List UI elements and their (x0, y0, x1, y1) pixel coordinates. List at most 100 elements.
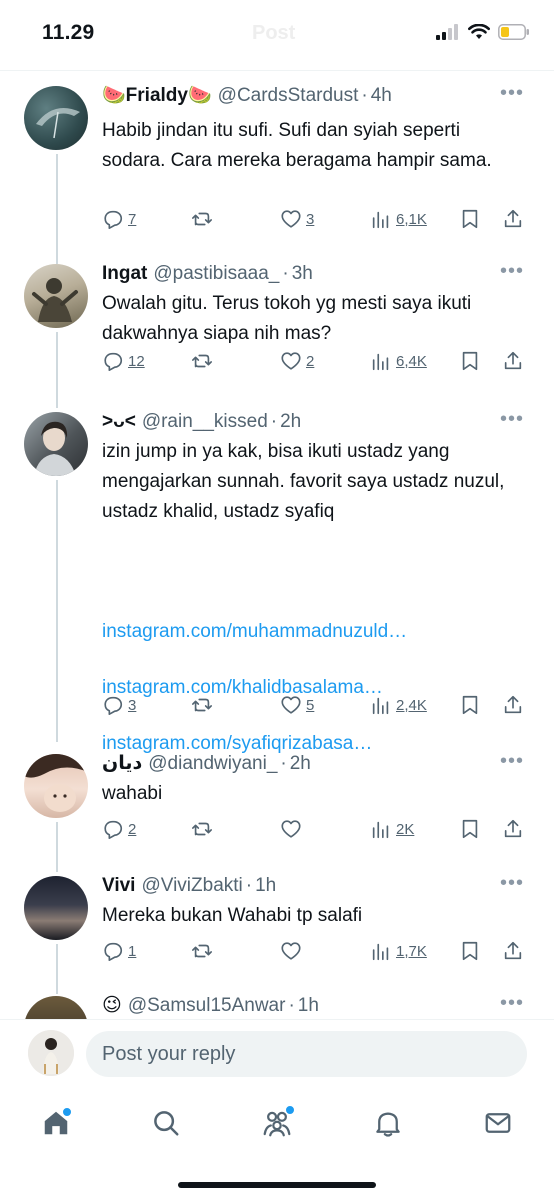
bookmark-button[interactable] (460, 694, 480, 716)
display-name[interactable]: 😉 (102, 994, 122, 1018)
reply-divider (0, 1019, 554, 1020)
status-icons (436, 23, 530, 45)
tweet-actions: 2 2K (102, 818, 526, 844)
more-options-icon[interactable]: ••• (500, 409, 524, 429)
tab-communities[interactable] (257, 1103, 297, 1143)
user-handle[interactable]: @rain__kissed (142, 410, 268, 434)
user-handle[interactable]: @ViviZbakti (141, 874, 242, 898)
reply-feed[interactable]: 🍉Frialdy🍉 @CardsStardust · 4h ••• Habib … (0, 72, 554, 1019)
display-name[interactable]: ديان (102, 752, 142, 776)
avatar[interactable] (24, 996, 88, 1019)
reply-icon (104, 210, 123, 229)
reply-icon (104, 352, 123, 371)
timestamp[interactable]: 4h (371, 84, 392, 108)
bookmark-button[interactable] (460, 208, 480, 230)
share-button[interactable] (502, 208, 524, 230)
reply-input[interactable]: Post your reply (86, 1031, 527, 1077)
retweet-button[interactable] (190, 818, 218, 840)
reply-icon (104, 820, 123, 839)
thread-line (56, 332, 58, 408)
instagram-link[interactable]: instagram.com/muhammadnuzuld… (102, 619, 522, 645)
timestamp[interactable]: 2h (280, 410, 301, 434)
timestamp[interactable]: 1h (298, 994, 319, 1018)
display-name[interactable]: Ingat (102, 262, 147, 286)
like-button[interactable]: 3 (280, 208, 314, 230)
user-handle[interactable]: @diandwiyani_ (148, 752, 277, 776)
tweet[interactable]: ديان @diandwiyani_ · 2h ••• wahabi 2 2K (0, 751, 554, 872)
like-button[interactable]: 5 (280, 694, 314, 716)
views-button[interactable]: 2,4K (370, 694, 427, 716)
reply-button[interactable]: 2 (102, 818, 136, 840)
display-name[interactable]: Vivi (102, 874, 135, 898)
timestamp[interactable]: 2h (290, 752, 311, 776)
display-name[interactable]: 🍉Frialdy🍉 (102, 84, 212, 108)
more-options-icon[interactable]: ••• (500, 993, 524, 1013)
tweet-text: Habib jindan itu sufi. Sufi dan syiah se… (102, 120, 492, 171)
watermelon-emoji: 🍉 (187, 85, 212, 106)
bookmark-icon (462, 209, 478, 229)
avatar[interactable] (24, 264, 88, 328)
tweet-actions: 12 2 6,4K (102, 350, 526, 376)
timestamp[interactable]: 3h (292, 262, 313, 286)
tweet-header: 🍉Frialdy🍉 @CardsStardust · 4h (102, 84, 496, 108)
thread-line (56, 944, 58, 994)
page-title: Post (252, 22, 296, 44)
tweet[interactable]: 😉 @Samsul15Anwar · 1h ••• (0, 993, 554, 1019)
views-icon (372, 943, 389, 961)
header-divider (0, 70, 554, 71)
reply-button[interactable]: 12 (102, 350, 145, 372)
user-handle[interactable]: @Samsul15Anwar (128, 994, 286, 1018)
reply-button[interactable]: 3 (102, 694, 136, 716)
avatar[interactable] (24, 876, 88, 940)
tweet[interactable]: 🍉Frialdy🍉 @CardsStardust · 4h ••• Habib … (0, 83, 554, 264)
retweet-button[interactable] (190, 940, 218, 962)
reply-icon (104, 696, 123, 715)
share-button[interactable] (502, 350, 524, 372)
timestamp[interactable]: 1h (255, 874, 276, 898)
retweet-icon (192, 944, 212, 958)
bookmark-button[interactable] (460, 350, 480, 372)
bookmark-button[interactable] (460, 940, 480, 962)
tweet-header: ديان @diandwiyani_ · 2h (102, 752, 496, 776)
views-button[interactable]: 6,1K (370, 208, 427, 230)
display-name[interactable]: ˃ᴗ˂ (102, 410, 136, 434)
avatar[interactable] (24, 86, 88, 150)
like-button[interactable] (280, 818, 306, 840)
like-button[interactable]: 2 (280, 350, 314, 372)
retweet-button[interactable] (190, 350, 218, 372)
views-button[interactable]: 6,4K (370, 350, 427, 372)
share-button[interactable] (502, 940, 524, 962)
share-button[interactable] (502, 694, 524, 716)
more-options-icon[interactable]: ••• (500, 873, 524, 893)
view-count: 6,1K (396, 210, 427, 228)
more-options-icon[interactable]: ••• (500, 261, 524, 281)
views-button[interactable]: 2K (370, 818, 414, 840)
more-options-icon[interactable]: ••• (500, 83, 524, 103)
tab-messages[interactable] (478, 1103, 518, 1143)
tweet-header: Ingat @pastibisaaa_ · 3h (102, 262, 496, 286)
avatar[interactable] (24, 754, 88, 818)
tab-home[interactable] (36, 1103, 76, 1143)
display-name-text: Frialdy (125, 85, 188, 106)
like-count: 5 (306, 696, 315, 714)
views-icon (372, 211, 389, 229)
bookmark-button[interactable] (460, 818, 480, 840)
user-handle[interactable]: @CardsStardust (218, 84, 359, 108)
like-button[interactable] (280, 940, 306, 962)
retweet-button[interactable] (190, 208, 218, 230)
share-button[interactable] (502, 818, 524, 840)
tweet[interactable]: Ingat @pastibisaaa_ · 3h ••• Owalah gitu… (0, 261, 554, 408)
tweet[interactable]: ˃ᴗ˂ @rain__kissed · 2h ••• izin jump in … (0, 409, 554, 754)
my-avatar[interactable] (28, 1030, 74, 1076)
views-button[interactable]: 1,7K (370, 940, 427, 962)
tab-notifications[interactable] (368, 1103, 408, 1143)
reply-button[interactable]: 1 (102, 940, 136, 962)
more-options-icon[interactable]: ••• (500, 751, 524, 771)
avatar[interactable] (24, 412, 88, 476)
tweet[interactable]: Vivi @ViviZbakti · 1h ••• Mereka bukan W… (0, 873, 554, 994)
retweet-button[interactable] (190, 694, 218, 716)
battery-icon (498, 24, 530, 45)
tab-search[interactable] (146, 1103, 186, 1143)
user-handle[interactable]: @pastibisaaa_ (153, 262, 279, 286)
reply-button[interactable]: 7 (102, 208, 136, 230)
